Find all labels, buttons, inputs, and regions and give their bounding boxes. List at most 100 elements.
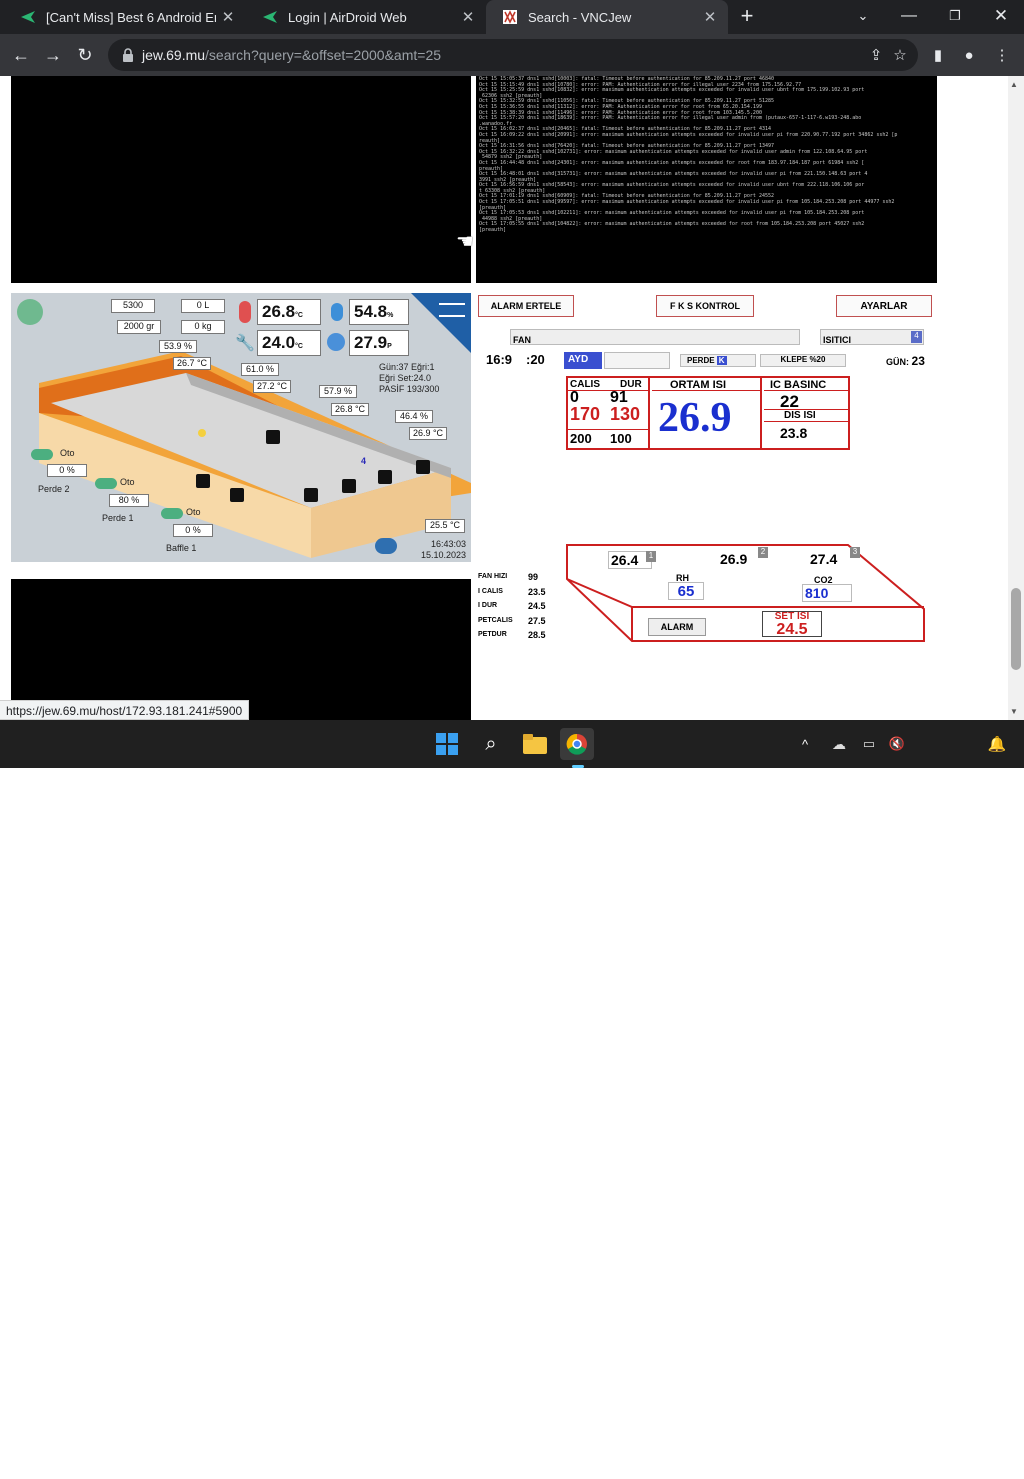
i-calis-value: 23.5 xyxy=(528,586,546,597)
chrome-menu-icon[interactable]: ⋮ xyxy=(990,43,1014,67)
restore-icon[interactable]: ❐ xyxy=(932,0,978,32)
volume-muted-icon[interactable]: 🔇 xyxy=(884,728,910,760)
cloud-icon[interactable] xyxy=(375,538,397,554)
fks-control-button[interactable]: F K S KONTROL xyxy=(656,295,754,317)
scroll-down-arrow-icon[interactable]: ▼ xyxy=(1010,707,1018,716)
poultry-date: 15.10.2023 xyxy=(421,550,467,560)
set-temp-value: 24.5 xyxy=(776,621,808,638)
temp-main-number: 26.8 xyxy=(262,302,296,321)
minimize-icon[interactable]: — xyxy=(886,0,932,32)
forward-arrow-icon[interactable]: → xyxy=(40,42,66,68)
tab-best-android-emulators[interactable]: [Can't Miss] Best 6 Android Emul ✕ xyxy=(4,0,246,34)
tab-airdroid-login[interactable]: Login | AirDroid Web ✕ xyxy=(246,0,486,34)
share-icon[interactable]: ⇪ xyxy=(864,43,888,67)
new-tab-button[interactable]: + xyxy=(730,0,764,32)
ambient-temp-value: 26.9 xyxy=(658,395,732,441)
alarm-button[interactable]: ALARM xyxy=(648,618,706,636)
fan-icon xyxy=(304,488,318,502)
fan-settings-labels: FAN HIZI I CALIS I DUR PETCALIS PETDUR xyxy=(478,570,513,643)
tab-strip: [Can't Miss] Best 6 Android Emul ✕ Login… xyxy=(0,0,1024,34)
perde1-toggle[interactable] xyxy=(95,478,117,489)
onedrive-cloud-icon[interactable]: ☁ xyxy=(826,728,852,760)
windows-start-icon[interactable] xyxy=(430,728,464,760)
notification-bell-icon[interactable]: 🔔 xyxy=(986,728,1008,760)
panel-clock-minute: :20 xyxy=(526,352,545,367)
heater-label: ISITICI xyxy=(823,335,852,345)
vnc-thumbnail-poultry-panel[interactable]: 5300 0 L 2000 gr 0 kg 26.8°C 54.8% 24.0°… xyxy=(11,293,471,562)
side-panel-icon[interactable]: ▮ xyxy=(926,43,950,67)
wrench-icon: 🔧 xyxy=(235,335,255,352)
vnc-thumbnail-black-1[interactable] xyxy=(11,76,471,283)
fan-icon xyxy=(266,430,280,444)
close-icon[interactable]: ✕ xyxy=(216,8,240,26)
clock-time: 4:29 PM xyxy=(926,1448,972,1462)
day-label: GÜN: xyxy=(886,357,909,367)
address-bar[interactable]: jew.69.mu/search?query=&offset=2000&amt=… xyxy=(108,39,918,71)
curtain-label: PERDE xyxy=(687,356,715,365)
vnc-thumbnail-control-panel[interactable]: ALARM ERTELE F K S KONTROL AYARLAR FAN I… xyxy=(476,293,946,642)
perde2-label: Perde 2 xyxy=(38,484,70,494)
settings-button[interactable]: AYARLAR xyxy=(836,295,932,317)
humidity-main-number: 54.8 xyxy=(354,302,388,321)
file-explorer-icon[interactable] xyxy=(518,728,552,760)
set-temp-box: SET ISI 24.5 xyxy=(762,611,822,638)
temp-second-value: 24.0°C xyxy=(257,330,321,356)
ayd-slots xyxy=(604,352,670,369)
hand-cursor-icon: ☚ xyxy=(456,231,474,253)
scrollbar-thumb[interactable] xyxy=(1011,588,1021,670)
url-text: jew.69.mu/search?query=&offset=2000&amt=… xyxy=(142,47,441,63)
pressure-main-number: 27.9 xyxy=(354,333,388,352)
bookmark-star-icon[interactable]: ☆ xyxy=(888,43,912,67)
thermometer-icon xyxy=(239,301,251,323)
sensor-3-temp: 27.4 xyxy=(810,551,838,567)
i-dur-value: 24.5 xyxy=(528,601,546,611)
lock-icon[interactable] xyxy=(122,48,134,62)
window-close-icon[interactable]: ✕ xyxy=(978,0,1024,32)
vnc-thumbnail-black-2[interactable] xyxy=(11,579,471,720)
temp-second-number: 24.0 xyxy=(262,333,296,352)
temp-zone-d: 26.9 °C xyxy=(409,427,447,440)
terminal-line: Oct 15 16:48:01 dns1 sshd[315731]: error… xyxy=(479,171,868,178)
close-icon[interactable]: ✕ xyxy=(698,8,722,26)
back-arrow-icon[interactable]: ← xyxy=(8,42,34,68)
fan-settings-values: 99 23.5 24.5 27.5 28.5 xyxy=(528,570,546,643)
alarm-snooze-button[interactable]: ALARM ERTELE xyxy=(478,295,574,317)
perde2-toggle[interactable] xyxy=(31,449,53,460)
curtain-indicator: PERDE K xyxy=(680,354,756,367)
chrome-icon[interactable] xyxy=(560,728,594,760)
profile-avatar-icon[interactable]: ● xyxy=(957,43,981,67)
fan-icon xyxy=(416,460,430,474)
network-icon[interactable]: ▭ xyxy=(856,728,882,760)
close-icon[interactable]: ✕ xyxy=(456,8,480,26)
calis-value-2: 170 xyxy=(570,404,601,424)
humidity-zone-c: 57.9 % xyxy=(319,385,357,398)
humidity-zone-b: 61.0 % xyxy=(241,363,279,376)
heater-count: 4 xyxy=(911,331,922,343)
co2-value: 810 xyxy=(802,584,852,602)
flap-indicator: KLEPE %20 xyxy=(760,354,846,367)
tray-chevron-up-icon[interactable]: ^ xyxy=(792,728,818,760)
dur-value-2: 130 xyxy=(610,404,641,424)
curtain-state: K xyxy=(716,356,727,365)
reload-icon[interactable]: ↻ xyxy=(72,42,98,68)
search-icon[interactable]: ⌕ xyxy=(474,728,508,760)
vnc-thumbnail-terminal[interactable]: Oct 15 15:05:37 dns1 sshd[10003]: fatal:… xyxy=(476,76,937,283)
ambient-temp-block: ORTAM ISI 26.9 xyxy=(652,378,762,448)
taskbar-clock[interactable]: 4:29 PM 10/18/2023 xyxy=(914,1447,984,1479)
fan-icon xyxy=(378,470,392,484)
scroll-up-arrow-icon[interactable]: ▲ xyxy=(1010,80,1018,89)
menu-lines-icon[interactable] xyxy=(439,303,465,317)
zone-number: 4 xyxy=(361,456,367,466)
temp-main-value: 26.8°C xyxy=(257,299,321,325)
heater-bar: ISITICI 4 xyxy=(820,329,924,345)
fan-icon xyxy=(196,474,210,488)
edit-pencil-icon[interactable] xyxy=(17,299,43,325)
baffle-percent: 0 % xyxy=(173,524,213,537)
humidity-main-value: 54.8% xyxy=(349,299,409,325)
temp-main-unit: °C xyxy=(295,312,303,319)
baffle-toggle[interactable] xyxy=(161,508,183,519)
tab-search-vncjew[interactable]: Search - VNCJew ✕ xyxy=(486,0,728,34)
tab-search-chevron-icon[interactable]: ⌄ xyxy=(840,0,886,32)
tab-title: [Can't Miss] Best 6 Android Emul xyxy=(46,9,216,25)
temp-zone-c: 26.8 °C xyxy=(331,403,369,416)
